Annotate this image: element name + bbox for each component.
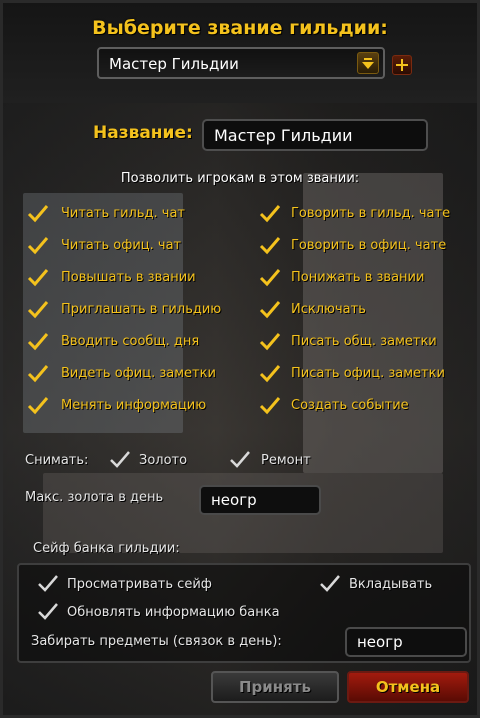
- checkmark-icon: [27, 237, 49, 255]
- add-rank-button[interactable]: [392, 55, 412, 75]
- plus-icon: [396, 59, 408, 71]
- checkbox-view-officer-notes[interactable]: [27, 363, 49, 385]
- perm-edit-public-notes: Писать общ. заметки: [291, 334, 437, 349]
- perm-read-guild-chat: Читать гильд. чат: [61, 206, 185, 221]
- withdraw-label: Снимать:: [25, 453, 89, 468]
- checkmark-icon: [27, 365, 49, 383]
- perm-remove: Исключать: [291, 302, 366, 317]
- checkmark-icon: [230, 451, 250, 468]
- rank-dropdown[interactable]: Мастер Гильдии: [97, 47, 385, 79]
- perm-invite: Приглашать в гильдию: [61, 302, 222, 317]
- checkmark-icon: [259, 333, 281, 351]
- withdraw-items-input[interactable]: неогр: [345, 627, 467, 657]
- perm-speak-guild-chat: Говорить в гильд. чате: [291, 206, 451, 221]
- rank-name-input[interactable]: [202, 119, 428, 151]
- checkbox-edit-info[interactable]: [27, 395, 49, 417]
- guild-rank-dialog: Выберите звание гильдии: Мастер Гильдии …: [0, 0, 480, 718]
- arrow-down-icon: [362, 58, 374, 69]
- perm-create-event: Создать событие: [291, 398, 409, 413]
- checkmark-icon: [320, 575, 340, 592]
- checkbox-withdraw-gold[interactable]: [109, 449, 131, 471]
- rank-name-label: Название:: [93, 123, 193, 143]
- checkmark-icon: [259, 397, 281, 415]
- cancel-button[interactable]: Отмена: [347, 671, 469, 703]
- checkbox-edit-public-notes[interactable]: [259, 331, 281, 353]
- rank-dropdown-value: Мастер Гильдии: [109, 55, 239, 73]
- checkmark-icon: [259, 365, 281, 383]
- perm-demote: Понижать в звании: [291, 270, 425, 285]
- checkbox-set-motd[interactable]: [27, 331, 49, 353]
- checkbox-speak-officer-chat[interactable]: [259, 235, 281, 257]
- checkmark-icon: [110, 451, 130, 468]
- checkbox-promote[interactable]: [27, 267, 49, 289]
- perm-view-officer-notes: Видеть офиц. заметки: [61, 366, 216, 381]
- checkmark-icon: [259, 269, 281, 287]
- checkbox-create-event[interactable]: [259, 395, 281, 417]
- checkbox-demote[interactable]: [259, 267, 281, 289]
- perm-edit-officer-notes: Писать офиц. заметки: [291, 366, 445, 381]
- checkmark-icon: [27, 397, 49, 415]
- checkbox-read-officer-chat[interactable]: [27, 235, 49, 257]
- perm-edit-info: Менять информацию: [61, 398, 207, 413]
- checkbox-edit-officer-notes[interactable]: [259, 363, 281, 385]
- checkbox-remove[interactable]: [259, 299, 281, 321]
- checkmark-icon: [259, 301, 281, 319]
- permissions-heading: Позволить игрокам в этом звании:: [120, 171, 360, 186]
- withdraw-items-label: Забирать предметы (связок в день):: [31, 634, 282, 649]
- checkbox-deposit[interactable]: [319, 573, 341, 595]
- checkbox-withdraw-repair[interactable]: [229, 449, 251, 471]
- checkmark-icon: [38, 575, 58, 592]
- max-gold-input[interactable]: неогр: [199, 485, 321, 515]
- checkmark-icon: [259, 237, 281, 255]
- checkmark-icon: [259, 205, 281, 223]
- withdraw-gold-label: Золото: [139, 453, 188, 468]
- checkmark-icon: [27, 269, 49, 287]
- checkbox-update-bank-info[interactable]: [37, 601, 59, 623]
- vault-heading: Сейф банка гильдии:: [33, 541, 180, 556]
- max-gold-label: Макс. золота в день: [25, 490, 164, 505]
- checkbox-speak-guild-chat[interactable]: [259, 203, 281, 225]
- checkmark-icon: [27, 205, 49, 223]
- checkmark-icon: [27, 333, 49, 351]
- perm-speak-officer-chat: Говорить в офиц. чате: [291, 238, 447, 253]
- perm-read-officer-chat: Читать офиц. чат: [61, 238, 182, 253]
- perm-set-motd: Вводить сообщ. дня: [61, 334, 200, 349]
- dropdown-toggle-button[interactable]: [357, 52, 379, 74]
- checkbox-read-guild-chat[interactable]: [27, 203, 49, 225]
- accept-button[interactable]: Принять: [211, 671, 339, 703]
- update-bank-info-label: Обновлять информацию банка: [67, 605, 280, 620]
- checkbox-invite[interactable]: [27, 299, 49, 321]
- dialog-title: Выберите звание гильдии:: [92, 17, 388, 39]
- withdraw-repair-label: Ремонт: [261, 453, 311, 468]
- checkmark-icon: [38, 603, 58, 620]
- deposit-label: Вкладывать: [349, 577, 433, 592]
- perm-promote: Повышать в звании: [61, 270, 196, 285]
- view-vault-label: Просматривать сейф: [67, 577, 212, 592]
- checkbox-view-vault[interactable]: [37, 573, 59, 595]
- checkmark-icon: [27, 301, 49, 319]
